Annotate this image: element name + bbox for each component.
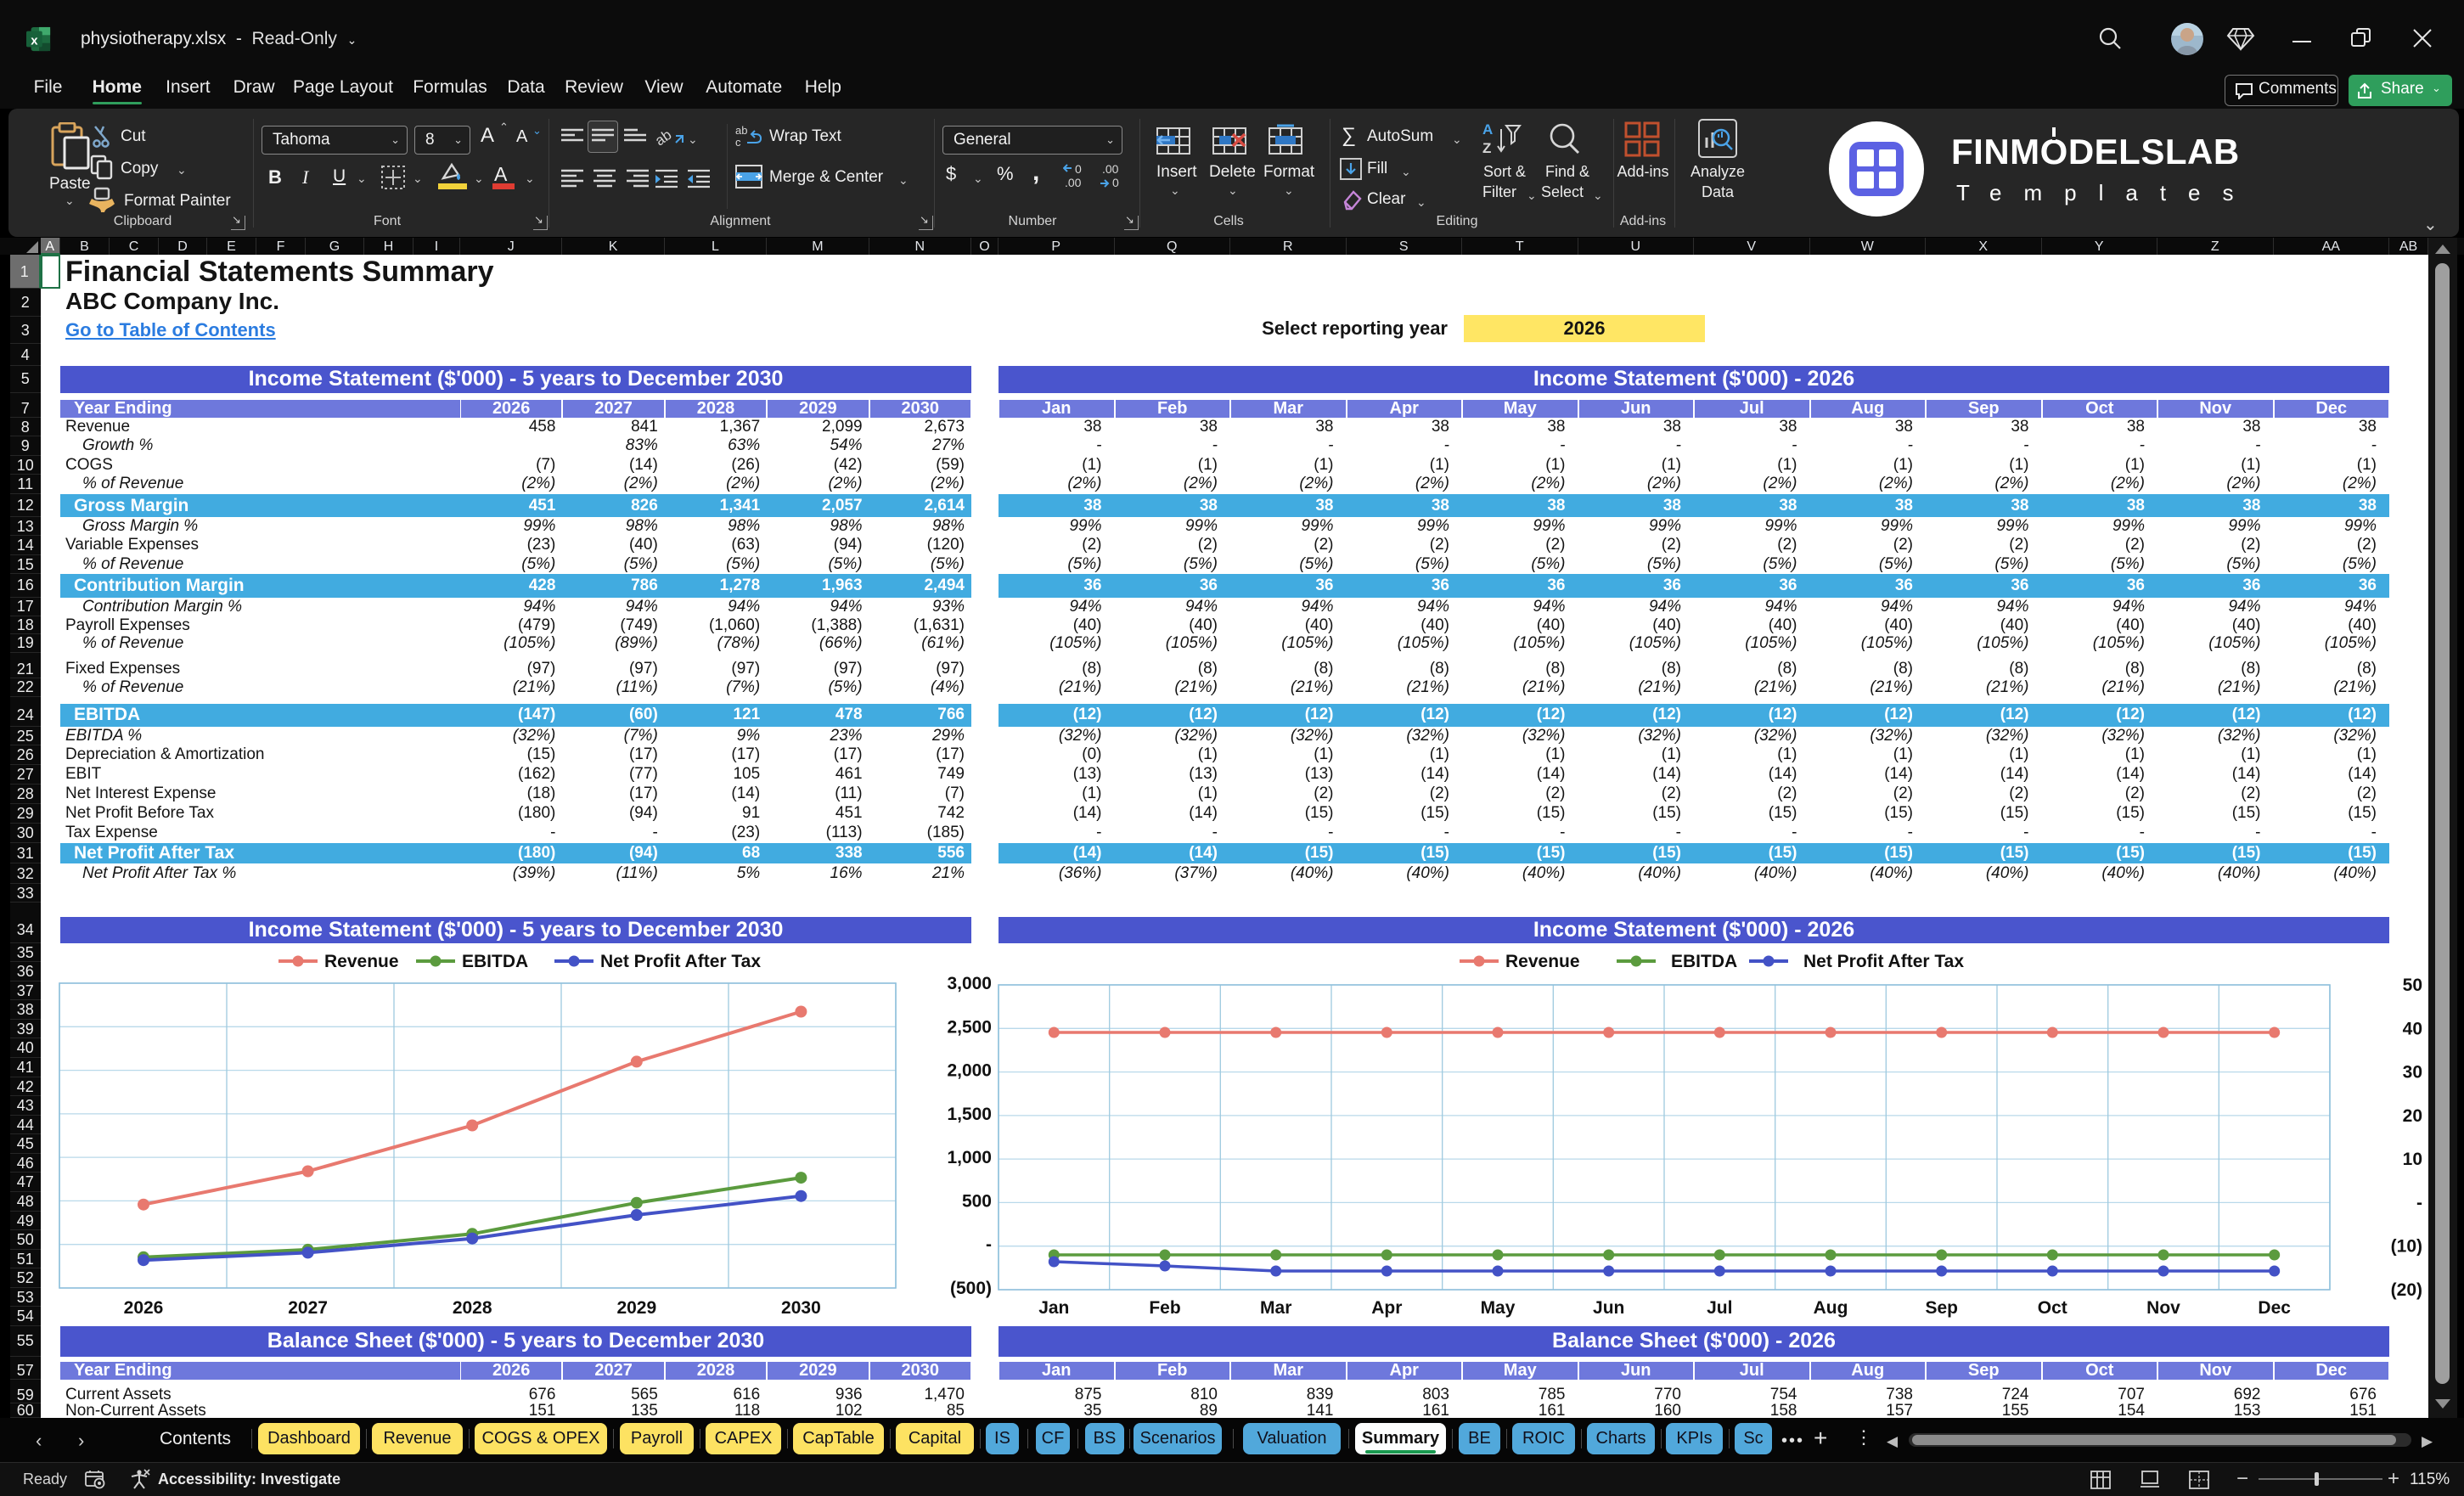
svg-text:2,500: 2,500 <box>947 1017 992 1037</box>
svg-text:Mar: Mar <box>1260 1298 1291 1318</box>
svg-text:2026: 2026 <box>124 1298 164 1318</box>
svg-text:30: 30 <box>2403 1063 2422 1083</box>
svg-text:(500): (500) <box>950 1279 992 1298</box>
svg-text:EBITDA: EBITDA <box>462 952 528 971</box>
svg-text:Sep: Sep <box>1925 1298 1958 1318</box>
svg-text:2,000: 2,000 <box>947 1061 992 1081</box>
svg-text:1,000: 1,000 <box>947 1148 992 1167</box>
svg-text:Apr: Apr <box>1371 1298 1402 1318</box>
svg-text:Revenue: Revenue <box>1505 952 1580 971</box>
svg-text:ab: ab <box>655 127 674 149</box>
svg-text:.00: .00 <box>1102 162 1119 176</box>
svg-text:ab: ab <box>735 124 747 137</box>
svg-text:2030: 2030 <box>781 1298 821 1318</box>
svg-text:50: 50 <box>2403 976 2422 995</box>
svg-text:10: 10 <box>2403 1150 2422 1169</box>
svg-text:May: May <box>1481 1298 1516 1318</box>
svg-text:40: 40 <box>2403 1019 2422 1038</box>
svg-text:Nov: Nov <box>2146 1298 2180 1318</box>
svg-text:3,000: 3,000 <box>947 974 992 993</box>
svg-text:Feb: Feb <box>1149 1298 1180 1318</box>
svg-text:500: 500 <box>962 1191 992 1211</box>
svg-text:2028: 2028 <box>453 1298 492 1318</box>
svg-text:1,500: 1,500 <box>947 1105 992 1124</box>
svg-text:c: c <box>735 136 741 149</box>
svg-text:Jul: Jul <box>1707 1298 1732 1318</box>
svg-text:Z: Z <box>1482 140 1491 156</box>
svg-text:(20): (20) <box>2391 1280 2422 1300</box>
svg-text:0: 0 <box>1075 162 1082 176</box>
svg-text:(10): (10) <box>2391 1237 2422 1257</box>
svg-text:Jun: Jun <box>1593 1298 1624 1318</box>
svg-text:Aug: Aug <box>1814 1298 1848 1318</box>
svg-text:Jan: Jan <box>1038 1298 1069 1318</box>
svg-text:Net Profit After Tax: Net Profit After Tax <box>600 952 761 971</box>
svg-text:2027: 2027 <box>288 1298 328 1318</box>
svg-text:.00: .00 <box>1065 176 1082 189</box>
svg-text:Oct: Oct <box>2038 1298 2067 1318</box>
svg-text:-: - <box>2416 1193 2422 1212</box>
svg-text:Revenue: Revenue <box>324 952 399 971</box>
svg-text:0: 0 <box>1112 176 1119 189</box>
svg-text:EBITDA: EBITDA <box>1671 952 1737 971</box>
svg-text:Net Profit After Tax: Net Profit After Tax <box>1803 952 1964 971</box>
svg-text:20: 20 <box>2403 1106 2422 1126</box>
svg-text:A: A <box>1482 121 1493 138</box>
svg-text:x: x <box>31 34 38 48</box>
svg-text:Dec: Dec <box>2258 1298 2291 1318</box>
svg-text:2029: 2029 <box>616 1298 656 1318</box>
